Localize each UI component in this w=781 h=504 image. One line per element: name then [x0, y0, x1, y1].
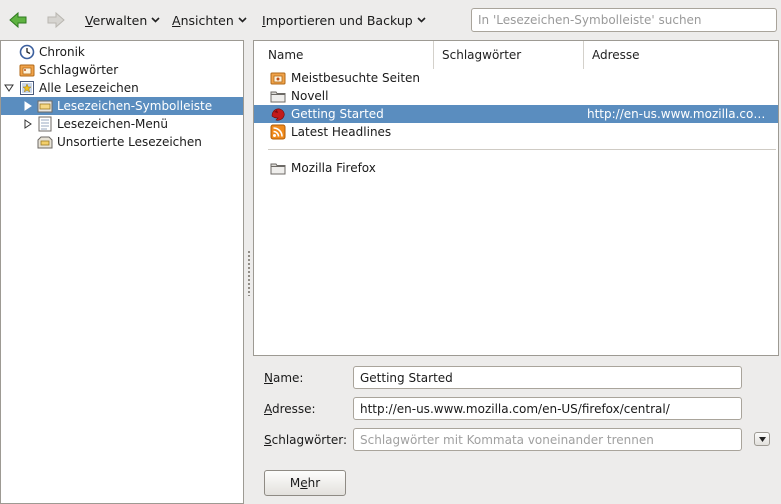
- column-header-label: Adresse: [592, 48, 640, 62]
- tree-item-label: Lesezeichen-Menü: [57, 117, 168, 131]
- unsorted-folder-icon: [37, 136, 53, 149]
- chevron-down-icon: [151, 17, 160, 23]
- tree-item-alle-lesezeichen[interactable]: Alle Lesezeichen: [1, 79, 243, 97]
- menu-verwalten[interactable]: Verwalten: [85, 10, 160, 30]
- tag-folder-icon: [19, 64, 35, 77]
- chevron-down-icon: [238, 17, 247, 23]
- tags-label: Schlagwörter:: [264, 433, 347, 447]
- list-item[interactable]: Mozilla Firefox: [254, 159, 778, 177]
- label-text: chlagwörter:: [271, 433, 348, 447]
- tree-item-label: Schlagwörter: [39, 63, 119, 77]
- list-item-name: Getting Started: [291, 107, 384, 121]
- smart-folder-icon: [270, 72, 286, 85]
- folder-icon: [270, 163, 286, 175]
- tags-field[interactable]: [353, 428, 742, 451]
- chevron-down-icon: [417, 17, 426, 23]
- clock-icon: [19, 44, 35, 60]
- bookmark-list[interactable]: Name Schlagwörter Adresse Meistbesuchte …: [253, 40, 779, 356]
- library-tree[interactable]: Chronik Schlagwörter Alle Lesezeichen Le…: [0, 40, 244, 504]
- button-label: M: [289, 476, 301, 490]
- rss-icon: [270, 124, 286, 140]
- forward-button[interactable]: [46, 10, 66, 30]
- list-item[interactable]: Latest Headlines: [254, 123, 778, 141]
- tree-item-label: Alle Lesezeichen: [39, 81, 139, 95]
- button-label: hr: [307, 476, 321, 490]
- tree-item-schlagwoerter[interactable]: Schlagwörter: [1, 61, 243, 79]
- list-separator: [268, 149, 776, 150]
- menu-label: erwalten: [92, 12, 148, 28]
- column-header-adresse[interactable]: Adresse: [584, 41, 778, 69]
- tags-dropdown-button[interactable]: [754, 432, 770, 446]
- tree-item-label: Chronik: [39, 45, 85, 59]
- name-field[interactable]: [353, 366, 742, 389]
- tree-item-label: Unsortierte Lesezeichen: [57, 135, 202, 149]
- menu-accel: A: [172, 12, 181, 28]
- address-field[interactable]: [353, 397, 742, 420]
- list-item[interactable]: Getting Started http://en-us.www.mozilla…: [254, 105, 778, 123]
- list-item-address: http://en-us.www.mozilla.com/en-US/firef…: [587, 107, 775, 121]
- expand-triangle-icon[interactable]: [4, 83, 14, 93]
- tree-item-lesezeichen-menue[interactable]: Lesezeichen-Menü: [1, 115, 243, 133]
- column-header-label: Schlagwörter: [442, 48, 522, 62]
- name-label: Name:: [264, 371, 303, 385]
- label-text: dresse:: [272, 402, 316, 416]
- forward-arrow-icon: [47, 11, 65, 29]
- list-item[interactable]: Novell: [254, 87, 778, 105]
- menu-label: nsichten: [180, 12, 234, 28]
- more-button[interactable]: Me hr: [264, 470, 346, 496]
- label-accel: S: [264, 433, 272, 447]
- pane-splitter[interactable]: [247, 250, 251, 296]
- chevron-down-icon: [758, 436, 766, 442]
- search-input[interactable]: [471, 8, 777, 32]
- menu-label: mportieren und Backup: [265, 12, 413, 28]
- firefox-icon: [271, 108, 285, 121]
- expand-triangle-icon[interactable]: [23, 119, 33, 129]
- back-arrow-icon: [9, 11, 27, 29]
- column-header-name[interactable]: Name: [262, 41, 434, 69]
- column-header-label: Name: [268, 48, 304, 62]
- button-accel: e: [300, 476, 308, 490]
- menu-importieren-backup[interactable]: Importieren und Backup: [262, 10, 426, 30]
- menu-accel: V: [85, 12, 93, 28]
- address-label: Adresse:: [264, 402, 316, 416]
- toolbar-folder-icon: [37, 100, 53, 113]
- list-item-name: Mozilla Firefox: [291, 161, 376, 175]
- tree-item-unsortierte-lesezeichen[interactable]: Unsortierte Lesezeichen: [1, 133, 243, 151]
- column-header-schlagwoerter[interactable]: Schlagwörter: [434, 41, 584, 69]
- menu-ansichten[interactable]: Ansichten: [172, 10, 247, 30]
- tree-item-chronik[interactable]: Chronik: [1, 43, 243, 61]
- label-accel: A: [264, 402, 272, 416]
- menu-folder-icon: [38, 116, 52, 132]
- list-item-name: Latest Headlines: [291, 125, 392, 139]
- list-item-name: Novell: [291, 89, 329, 103]
- list-item[interactable]: Meistbesuchte Seiten: [254, 69, 778, 87]
- label-accel: N: [264, 371, 273, 385]
- tree-item-lesezeichen-symbolleiste[interactable]: Lesezeichen-Symbolleiste: [1, 97, 243, 115]
- bookmarks-icon: [20, 81, 34, 95]
- tree-item-label: Lesezeichen-Symbolleiste: [57, 99, 213, 113]
- list-item-name: Meistbesuchte Seiten: [291, 71, 421, 85]
- folder-icon: [270, 91, 286, 103]
- expand-triangle-icon[interactable]: [23, 101, 33, 111]
- back-button[interactable]: [8, 10, 28, 30]
- label-text: ame:: [272, 371, 304, 385]
